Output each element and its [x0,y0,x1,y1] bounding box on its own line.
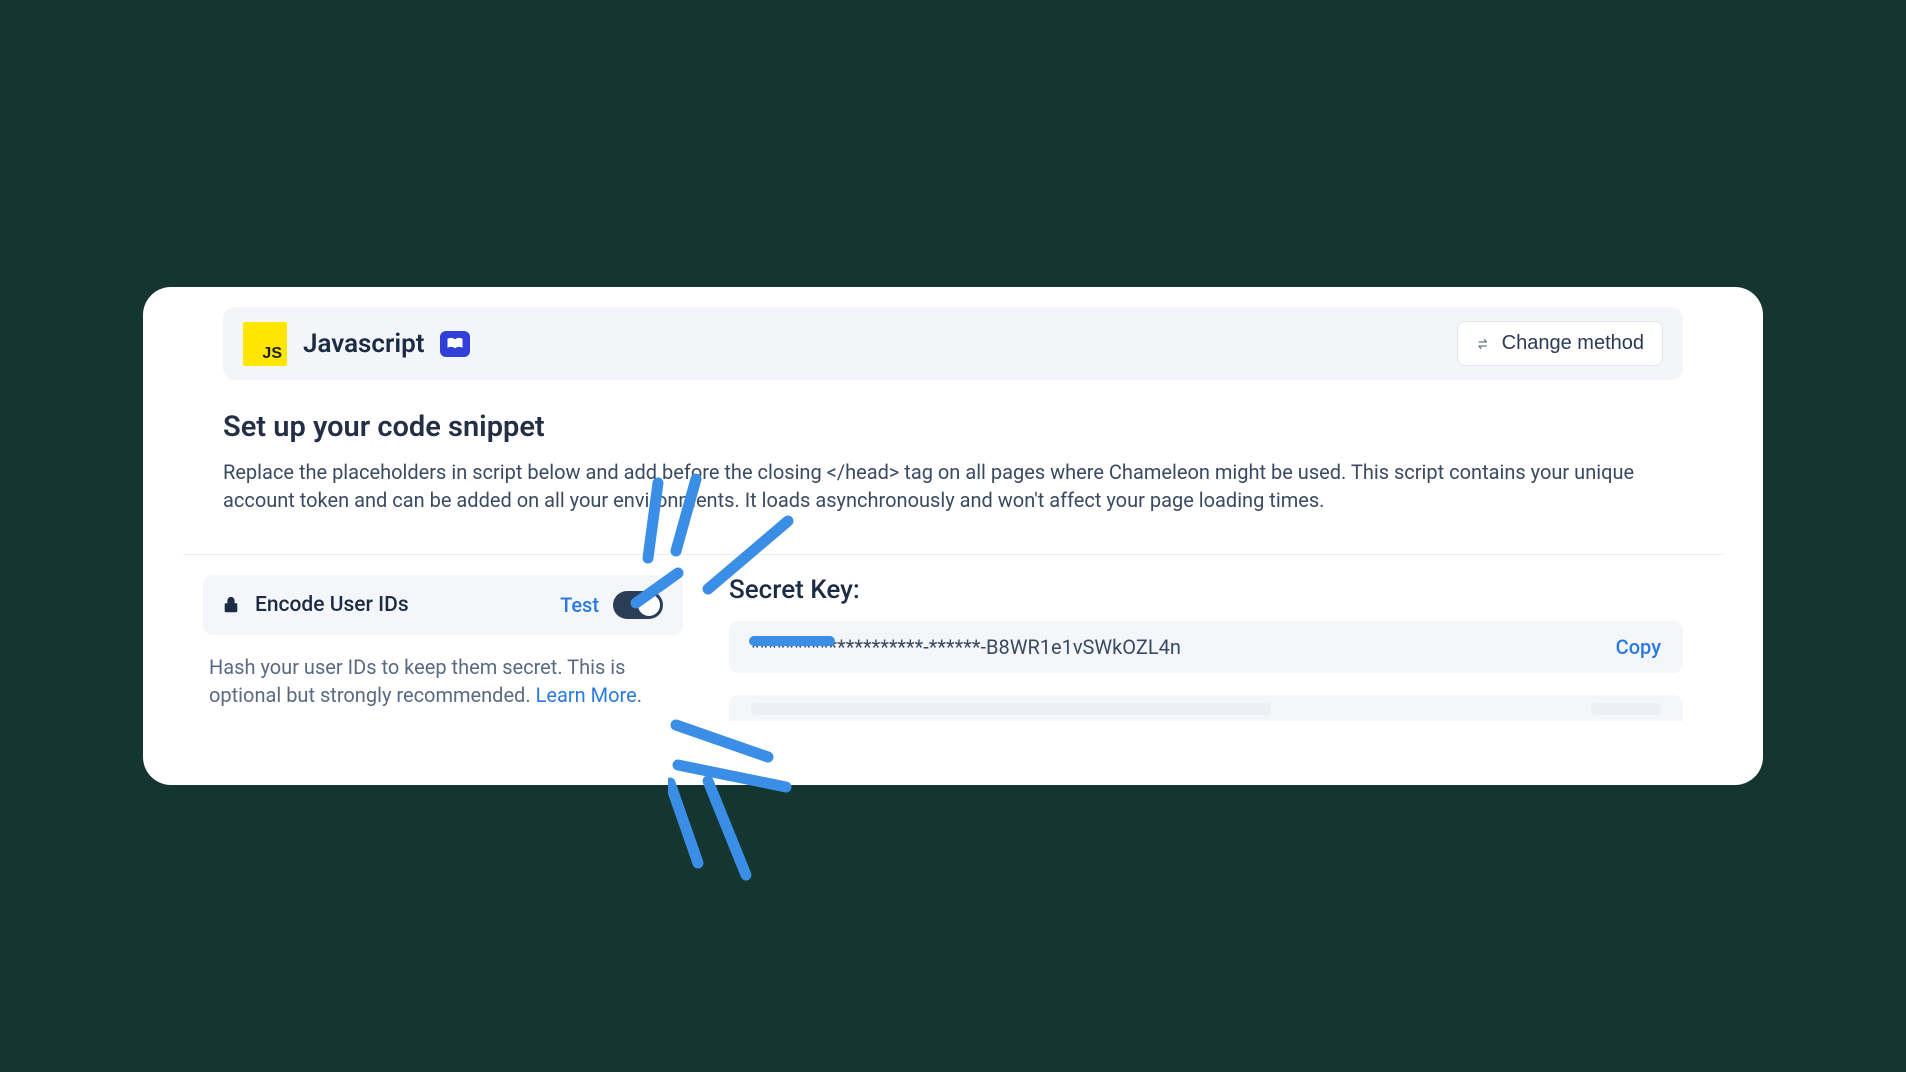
secret-key-row: ********************-******-B8WR1e1vSWkO… [729,621,1683,673]
swap-icon [1476,336,1492,352]
toggle-knob [638,594,660,616]
encode-header-left: Encode User IDs [223,593,409,617]
encode-header: Encode User IDs Test [203,575,683,635]
learn-more-link[interactable]: Learn More [536,683,637,707]
test-link[interactable]: Test [560,593,599,617]
copy-button[interactable]: Copy [1616,635,1661,659]
javascript-icon: JS [243,322,287,366]
settings-card: JS Javascript Change method Set up your … [143,287,1763,785]
encode-description: Hash your user IDs to keep them secret. … [203,635,683,709]
cutoff-blob-left [751,703,1271,715]
change-method-button[interactable]: Change method [1457,321,1663,366]
js-icon-text: JS [262,345,282,363]
method-info: JS Javascript [243,322,470,366]
section-description: Replace the placeholders in script below… [223,458,1643,514]
secret-key-area: Secret Key: ********************-******-… [729,575,1683,721]
install-method-bar: JS Javascript Change method [223,307,1683,380]
lock-icon [223,596,239,614]
encode-toggle[interactable] [613,591,663,619]
redaction-mark [749,636,835,646]
section-title: Set up your code snippet [223,410,1683,444]
encode-desc-suffix: . [637,683,642,707]
secret-key-heading: Secret Key: [729,575,1683,605]
encode-header-right: Test [560,591,663,619]
method-title: Javascript [303,329,424,359]
lower-panel: Encode User IDs Test Hash your user IDs … [183,555,1723,721]
cutoff-row [729,695,1683,721]
stage-background: JS Javascript Change method Set up your … [0,0,1906,1072]
change-method-label: Change method [1502,332,1644,355]
docs-badge-icon[interactable] [440,331,470,357]
cutoff-blob-right [1591,703,1661,715]
secret-key-value: ********************-******-B8WR1e1vSWkO… [751,635,1181,659]
encode-label: Encode User IDs [255,593,409,617]
encode-user-ids-box: Encode User IDs Test Hash your user IDs … [203,575,683,721]
